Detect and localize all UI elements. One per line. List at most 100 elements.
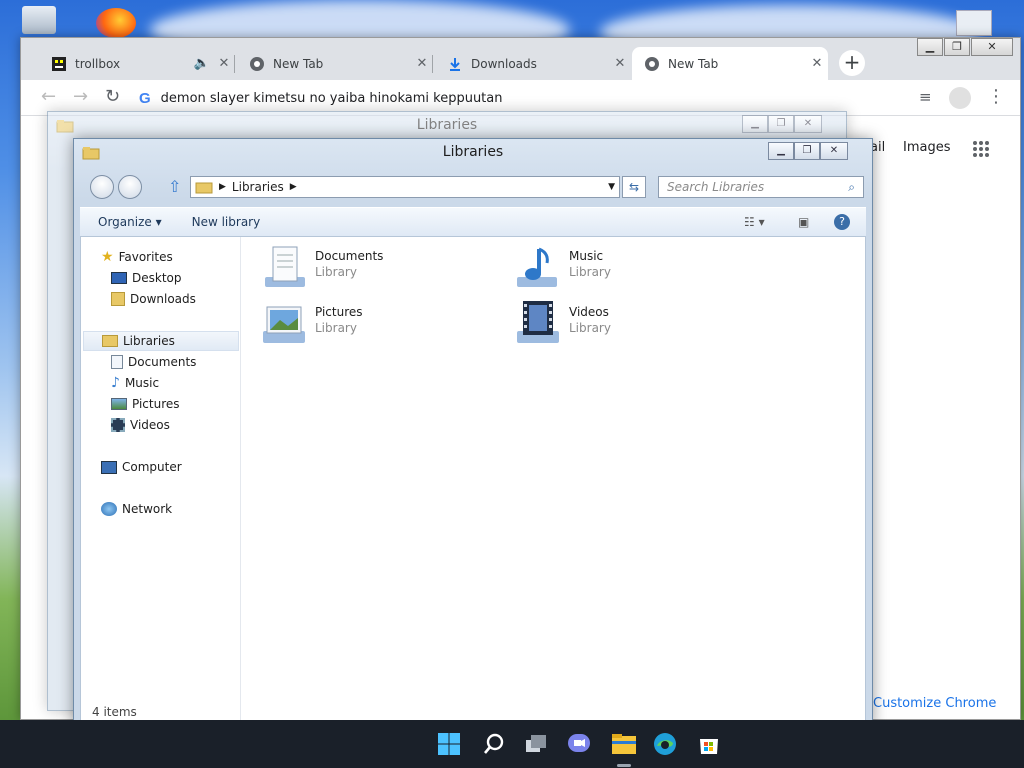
taskbar-active-indicator: [617, 764, 631, 767]
forward-icon[interactable]: →: [73, 88, 88, 106]
tab-label: New Tab: [668, 56, 719, 71]
file-explorer-icon[interactable]: [610, 730, 638, 758]
address-bar[interactable]: ▶ Libraries ▶ ▼: [190, 176, 620, 198]
maximize-button[interactable]: ❐: [768, 115, 794, 133]
maximize-button[interactable]: ❐: [944, 38, 970, 56]
library-videos[interactable]: Videos Library: [513, 299, 611, 347]
chevron-down-icon[interactable]: ▼: [608, 182, 615, 192]
customize-chrome-button[interactable]: Customize Chrome: [873, 696, 996, 711]
window-title: Libraries: [416, 117, 478, 133]
nav-network[interactable]: Network: [101, 499, 172, 519]
videos-library-icon: [517, 301, 559, 343]
tab-trollbox[interactable]: trollbox 🔈 ✕: [39, 47, 235, 80]
new-library-button[interactable]: New library: [192, 215, 261, 229]
speaker-icon[interactable]: 🔈: [191, 56, 213, 71]
tab-strip: trollbox 🔈 ✕ New Tab ✕ Downloads ✕ New T…: [21, 38, 1020, 80]
trollbox-favicon-icon: [52, 56, 66, 71]
recycle-bin-icon[interactable]: [22, 6, 56, 34]
navigation-bar: ⇧ ▶ Libraries ▶ ▼ ⇆ Search Libraries ⌕: [74, 173, 872, 203]
close-button[interactable]: ✕: [794, 115, 822, 133]
music-library-icon: [517, 247, 557, 287]
film-strip-icon: [111, 418, 125, 432]
edge-browser-icon[interactable]: [651, 730, 679, 758]
teams-chat-icon[interactable]: [565, 730, 593, 758]
organize-button[interactable]: Organize ▾: [98, 215, 162, 229]
nav-music[interactable]: ♪ Music: [111, 373, 159, 393]
tab-label: trollbox: [75, 56, 121, 71]
maximize-button[interactable]: ❐: [794, 142, 820, 160]
computer-icon: [101, 460, 117, 474]
window-title: Libraries: [442, 144, 504, 160]
downloads-folder-icon: [111, 292, 125, 306]
documents-library-icon: [265, 246, 305, 287]
back-icon[interactable]: ←: [41, 88, 56, 106]
up-arrow-icon[interactable]: ⇧: [168, 177, 181, 196]
tab-label: New Tab: [273, 56, 324, 71]
desktop-file-icon[interactable]: [956, 10, 992, 36]
refresh-button[interactable]: ⇆: [622, 176, 646, 198]
close-icon[interactable]: ✕: [609, 56, 631, 71]
nav-desktop[interactable]: Desktop: [111, 268, 182, 288]
profile-icon[interactable]: [949, 87, 971, 109]
download-icon: [450, 57, 460, 71]
documents-icon: [111, 355, 123, 369]
libraries-folder-icon: [102, 335, 118, 347]
chrome-icon: [645, 56, 659, 71]
address-text: demon slayer kimetsu no yaiba hinokami k…: [160, 90, 503, 106]
pictures-icon: [111, 398, 127, 410]
content-area: ★ Favorites Desktop Downloads Libraries D…: [80, 237, 866, 723]
back-button[interactable]: [90, 175, 114, 199]
close-button[interactable]: ✕: [820, 142, 848, 160]
view-options-icon[interactable]: ☷ ▾: [744, 215, 765, 229]
nav-videos[interactable]: Videos: [111, 415, 170, 435]
nav-favorites[interactable]: ★ Favorites: [101, 247, 173, 267]
minimize-button[interactable]: ▁: [768, 142, 794, 160]
task-view-icon[interactable]: [522, 730, 550, 758]
close-icon[interactable]: ✕: [411, 56, 433, 71]
new-tab-button[interactable]: +: [839, 50, 865, 76]
window-controls: ▁ ❐ ✕: [768, 142, 848, 160]
reload-icon[interactable]: ↻: [105, 88, 120, 106]
tab-new-tab-1[interactable]: New Tab ✕: [237, 47, 433, 80]
help-icon[interactable]: ?: [834, 214, 850, 230]
nav-computer[interactable]: Computer: [101, 457, 182, 477]
address-bar[interactable]: G demon slayer kimetsu no yaiba hinokami…: [139, 84, 899, 112]
preview-pane-icon[interactable]: ▣: [798, 215, 809, 229]
minimize-button[interactable]: ▁: [742, 115, 768, 133]
nav-documents[interactable]: Documents: [111, 352, 196, 372]
search-icon[interactable]: ⌕: [848, 180, 855, 195]
forward-button[interactable]: [118, 175, 142, 199]
microsoft-store-icon[interactable]: [695, 730, 723, 758]
tab-downloads[interactable]: Downloads ✕: [435, 47, 631, 80]
close-icon[interactable]: ✕: [213, 56, 235, 71]
nav-libraries[interactable]: Libraries: [83, 331, 239, 351]
nav-downloads[interactable]: Downloads: [111, 289, 196, 309]
library-documents[interactable]: Documents Library: [259, 243, 383, 291]
images-link[interactable]: Images: [903, 140, 951, 155]
nav-pictures[interactable]: Pictures: [111, 394, 180, 414]
google-icon: G: [139, 89, 151, 107]
command-bar: Organize ▾ New library ☷ ▾ ▣ ?: [80, 207, 866, 237]
breadcrumb[interactable]: Libraries: [232, 180, 284, 194]
close-icon[interactable]: ✕: [806, 56, 828, 71]
window-controls: ▁ ❐ ✕: [742, 115, 822, 133]
menu-icon[interactable]: ⋮: [987, 88, 1005, 106]
pictures-library-icon: [263, 306, 305, 343]
apps-grid-icon[interactable]: [972, 140, 990, 158]
start-windows-icon[interactable]: [435, 730, 463, 758]
tab-new-tab-active[interactable]: New Tab ✕: [632, 47, 828, 80]
search-icon[interactable]: [480, 730, 508, 758]
library-pictures[interactable]: Pictures Library: [259, 299, 363, 347]
music-note-icon: ♪: [111, 375, 120, 391]
media-control-icon[interactable]: ≡: [919, 88, 932, 106]
search-input[interactable]: Search Libraries ⌕: [658, 176, 864, 198]
close-button[interactable]: ✕: [971, 38, 1013, 56]
minimize-button[interactable]: ▁: [917, 38, 943, 56]
tab-label: Downloads: [471, 56, 537, 71]
network-icon: [101, 502, 117, 516]
libraries-folder-icon: [195, 182, 213, 194]
chrome-icon: [250, 56, 264, 71]
firefox-icon[interactable]: [96, 8, 136, 38]
navigation-pane: ★ Favorites Desktop Downloads Libraries D…: [81, 237, 241, 722]
library-music[interactable]: Music Library: [513, 243, 611, 291]
